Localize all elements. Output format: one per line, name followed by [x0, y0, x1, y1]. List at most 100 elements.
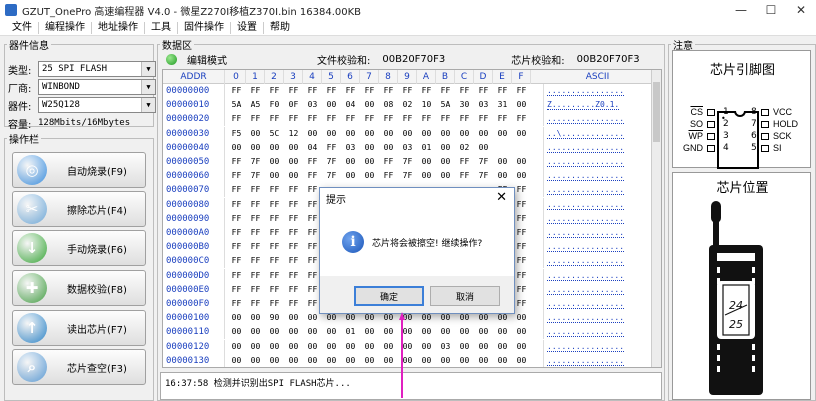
byte-cell[interactable]: 00	[417, 127, 436, 141]
byte-cell[interactable]: FF	[265, 84, 284, 98]
vertical-scrollbar[interactable]	[651, 70, 661, 367]
byte-cell[interactable]: FF	[265, 297, 284, 311]
type-select[interactable]: 25 SPI FLASH ▼	[38, 61, 156, 77]
byte-cell[interactable]: FF	[303, 155, 322, 169]
byte-cell[interactable]: 00	[246, 127, 265, 141]
byte-cell[interactable]: 00	[436, 141, 455, 155]
byte-cell[interactable]: 00	[265, 141, 284, 155]
table-row[interactable]: 00000010 5A A5 F0 0F 03 00 04 00 08 02 10 5A 30 03 31 00…	[163, 98, 661, 113]
table-row[interactable]: 00000020 FF FF FF FF FF FF FF FF FF FF FF FF FF FF FF FF…	[163, 112, 661, 127]
byte-cell[interactable]: 00	[436, 354, 455, 367]
byte-cell[interactable]: 7F	[322, 169, 341, 183]
byte-cell[interactable]: FF	[284, 226, 303, 240]
byte-cell[interactable]: FF	[284, 254, 303, 268]
byte-cell[interactable]: 00	[246, 354, 265, 367]
byte-cell[interactable]: FF	[265, 283, 284, 297]
op-button-0[interactable]: ◎ 自动烧录(F9)	[12, 152, 146, 188]
byte-cell[interactable]: 00	[284, 155, 303, 169]
byte-cell[interactable]: 00	[322, 98, 341, 112]
byte-cell[interactable]: 08	[379, 98, 398, 112]
byte-cell[interactable]: FF	[246, 212, 265, 226]
menu-file[interactable]: 文件	[6, 21, 39, 34]
byte-cell[interactable]: FF	[265, 212, 284, 226]
byte-cell[interactable]: FF	[265, 269, 284, 283]
vendor-select[interactable]: WINBOND ▼	[38, 79, 156, 95]
dialog-close-icon[interactable]: ✕	[496, 190, 507, 205]
byte-cell[interactable]: 03	[398, 141, 417, 155]
table-row[interactable]: 00000000 FF FF FF FF FF FF FF FF FF FF FF FF FF FF FF FF…	[163, 84, 661, 98]
byte-cell[interactable]: 00	[360, 354, 379, 367]
byte-cell[interactable]: 00	[322, 127, 341, 141]
byte-cell[interactable]: 00	[322, 354, 341, 367]
byte-cell[interactable]: FF	[284, 269, 303, 283]
byte-cell[interactable]: FF	[398, 112, 417, 126]
byte-cell[interactable]: FF	[379, 112, 398, 126]
table-row[interactable]: 00000120 00 00 00 00 00 00 00 00 00 00 00 03 00 00 00 00…	[163, 339, 661, 354]
byte-cell[interactable]: 00	[322, 325, 341, 339]
menu-firmware[interactable]: 固件操作	[178, 21, 231, 34]
byte-cell[interactable]: FF	[227, 269, 246, 283]
byte-cell[interactable]: FF	[455, 169, 474, 183]
byte-cell[interactable]: 00	[303, 354, 322, 367]
byte-cell[interactable]: FF	[303, 112, 322, 126]
byte-cell[interactable]: 00	[417, 340, 436, 354]
byte-cell[interactable]: 00	[455, 325, 474, 339]
byte-cell[interactable]: FF	[303, 169, 322, 183]
byte-cell[interactable]: 00	[227, 354, 246, 367]
byte-cell[interactable]: 00	[360, 155, 379, 169]
byte-cell[interactable]: 04	[303, 141, 322, 155]
byte-cell[interactable]: 00	[360, 141, 379, 155]
byte-cell[interactable]: 00	[436, 169, 455, 183]
byte-cell[interactable]: FF	[246, 112, 265, 126]
byte-cell[interactable]: 00	[360, 325, 379, 339]
byte-cell[interactable]: 02	[398, 98, 417, 112]
byte-cell[interactable]: 00	[284, 325, 303, 339]
byte-cell[interactable]: 00	[417, 325, 436, 339]
byte-cell[interactable]: 03	[303, 98, 322, 112]
byte-cell[interactable]: 00	[379, 127, 398, 141]
byte-cell[interactable]: 00	[265, 325, 284, 339]
byte-cell[interactable]: FF	[436, 112, 455, 126]
byte-cell[interactable]: 7F	[398, 155, 417, 169]
byte-cell[interactable]: 00	[246, 141, 265, 155]
byte-cell[interactable]: 03	[436, 340, 455, 354]
byte-cell[interactable]: 00	[436, 127, 455, 141]
byte-cell[interactable]: FF	[246, 226, 265, 240]
byte-cell[interactable]: 00	[493, 155, 512, 169]
byte-cell[interactable]: 00	[303, 340, 322, 354]
byte-cell[interactable]: 00	[436, 155, 455, 169]
byte-cell[interactable]: 00	[227, 141, 246, 155]
byte-cell[interactable]: FF	[341, 112, 360, 126]
byte-cell[interactable]: 00	[284, 354, 303, 367]
byte-cell[interactable]: FF	[227, 283, 246, 297]
byte-cell[interactable]: FF	[322, 84, 341, 98]
table-row[interactable]: 00000050 FF 7F 00 00 FF 7F 00 00 FF 7F 00 00 FF 7F 00 00…	[163, 155, 661, 169]
byte-cell[interactable]: 00	[379, 354, 398, 367]
byte-cell[interactable]: 00	[417, 169, 436, 183]
byte-cell[interactable]: FF	[284, 183, 303, 197]
table-row[interactable]: 00000040 00 00 00 00 04 FF 03 00 00 03 01 00 02 00....…	[163, 140, 661, 155]
byte-cell[interactable]: FF	[512, 112, 531, 126]
byte-cell[interactable]: 00	[265, 354, 284, 367]
table-row[interactable]: 00000130 00 00 00 00 00 00 00 00 00 00 00 00 00 00 00 00…	[163, 353, 661, 367]
byte-cell[interactable]: FF	[284, 84, 303, 98]
menu-program[interactable]: 编程操作	[39, 21, 92, 34]
byte-cell[interactable]: 00	[246, 340, 265, 354]
byte-cell[interactable]: FF	[360, 112, 379, 126]
byte-cell[interactable]: 00	[284, 169, 303, 183]
byte-cell[interactable]: 00	[284, 340, 303, 354]
byte-cell[interactable]: 00	[360, 127, 379, 141]
byte-cell[interactable]: 00	[493, 169, 512, 183]
byte-cell[interactable]: 00	[398, 127, 417, 141]
byte-cell[interactable]: 12	[284, 127, 303, 141]
table-row[interactable]: 00000030 F5 00 5C 12 00 00 00 00 00 00 00 00 00 00 00 00…	[163, 126, 661, 141]
byte-cell[interactable]	[512, 141, 531, 155]
op-button-1[interactable]: ✂ 擦除芯片(F4)	[12, 191, 146, 227]
byte-cell[interactable]: FF	[227, 155, 246, 169]
byte-cell[interactable]: FF	[417, 84, 436, 98]
byte-cell[interactable]: 00	[474, 354, 493, 367]
byte-cell[interactable]: FF	[227, 84, 246, 98]
byte-cell[interactable]: 5A	[227, 98, 246, 112]
byte-cell[interactable]: 90	[265, 311, 284, 325]
byte-cell[interactable]: FF	[379, 169, 398, 183]
